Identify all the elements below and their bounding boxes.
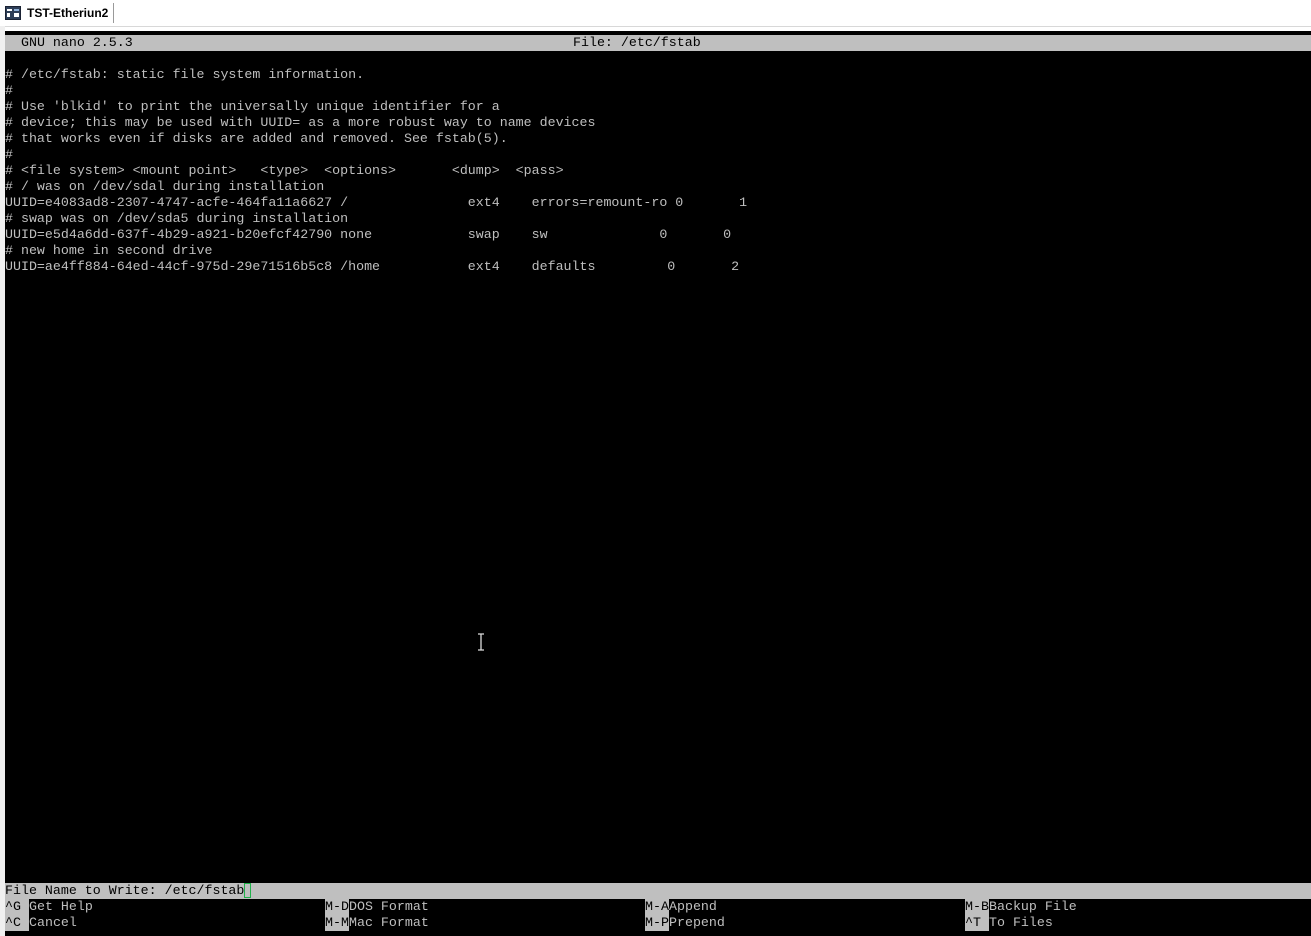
shortcut-prepend[interactable]: M-PPrepend [645,915,725,931]
shortcut-label: To Files [989,915,1053,930]
shortcut-key: M-A [645,899,669,915]
prompt-label: File Name to Write: [5,883,165,898]
shortcut-label: Backup File [989,899,1077,914]
shortcut-label: Get Help [29,899,93,914]
shortcut-key: M-D [325,899,349,915]
shortcut-key: M-M [325,915,349,931]
shortcut-key: ^T [965,915,989,931]
file-line[interactable]: # swap was on /dev/sda5 during installat… [5,211,348,227]
file-line[interactable]: # new home in second drive [5,243,212,259]
write-filename-prompt[interactable]: File Name to Write: /etc/fstab [5,883,1311,899]
nano-version: GNU nano 2.5.3 [21,35,133,50]
shortcut-key: ^G [5,899,29,915]
shortcut-key: M-B [965,899,989,915]
file-line[interactable]: # Use 'blkid' to print the universally u… [5,99,500,115]
file-line[interactable]: # that works even if disks are added and… [5,131,508,147]
shortcut-dos-format[interactable]: M-DDOS Format [325,899,429,915]
file-line[interactable]: # / was on /dev/sdal during installation [5,179,324,195]
nano-title-bar: GNU nano 2.5.3 File: /etc/fstab [5,35,1311,51]
shortcut-get-help[interactable]: ^G Get Help [5,899,93,915]
text-cursor [244,883,252,898]
text-cursor-icon [478,633,484,651]
terminal-icon [5,6,21,20]
shortcut-backup-file[interactable]: M-BBackup File [965,899,1077,915]
window-tab-title: TST-Etheriun2 [27,6,109,20]
file-line[interactable]: UUID=ae4ff884-64ed-44cf-975d-29e71516b5c… [5,259,739,275]
file-line[interactable]: # [5,147,13,163]
shortcut-label: DOS Format [349,899,429,914]
shortcut-key: M-P [645,915,669,931]
shortcut-to-files[interactable]: ^T To Files [965,915,1053,931]
shortcut-key: ^C [5,915,29,931]
window-tab[interactable]: TST-Etheriun2 [5,3,115,23]
file-line[interactable]: # <file system> <mount point> <type> <op… [5,163,564,179]
shortcut-label: Cancel [29,915,77,930]
shortcut-label: Prepend [669,915,725,930]
terminal-screen[interactable]: GNU nano 2.5.3 File: /etc/fstab # /etc/f… [5,31,1311,936]
shortcut-cancel[interactable]: ^C Cancel [5,915,77,931]
file-line[interactable]: # device; this may be used with UUID= as… [5,115,595,131]
shortcut-mac-format[interactable]: M-MMac Format [325,915,429,931]
file-line[interactable]: UUID=e4083ad8-2307-4747-acfe-464fa11a662… [5,195,747,211]
file-line[interactable]: # /etc/fstab: static file system informa… [5,67,364,83]
window-tab-bar: TST-Etheriun2 [0,0,1311,27]
shortcut-label: Mac Format [349,915,429,930]
nano-file-title: File: /etc/fstab [573,35,701,50]
file-line[interactable]: UUID=e5d4a6dd-637f-4b29-a921-b20efcf4279… [5,227,731,243]
shortcut-append[interactable]: M-AAppend [645,899,717,915]
prompt-filename-input[interactable]: /etc/fstab [165,883,245,898]
file-line[interactable]: # [5,83,13,99]
shortcut-label: Append [669,899,717,914]
